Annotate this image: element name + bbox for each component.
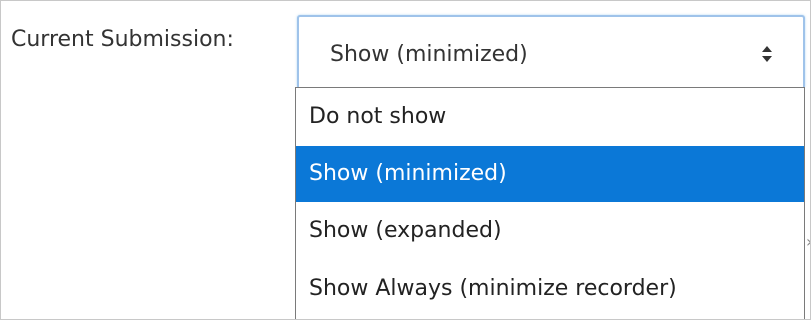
partial-chevron-icon: › bbox=[806, 234, 810, 250]
select-current-value: Show (minimized) bbox=[330, 42, 528, 67]
select-dropdown-list: Do not show Show (minimized) Show (expan… bbox=[295, 87, 805, 319]
current-submission-select[interactable]: Show (minimized) bbox=[297, 15, 805, 87]
sort-arrows-icon bbox=[761, 44, 773, 64]
current-submission-label: Current Submission: bbox=[11, 27, 234, 52]
option-show-minimized[interactable]: Show (minimized) bbox=[296, 146, 804, 202]
form-panel: Current Submission: Show (minimized) Do … bbox=[0, 0, 811, 320]
option-show-always-minimize-recorder[interactable]: Show Always (minimize recorder) bbox=[296, 260, 804, 318]
option-show-expanded[interactable]: Show (expanded) bbox=[296, 202, 804, 260]
option-do-not-show[interactable]: Do not show bbox=[296, 88, 804, 146]
